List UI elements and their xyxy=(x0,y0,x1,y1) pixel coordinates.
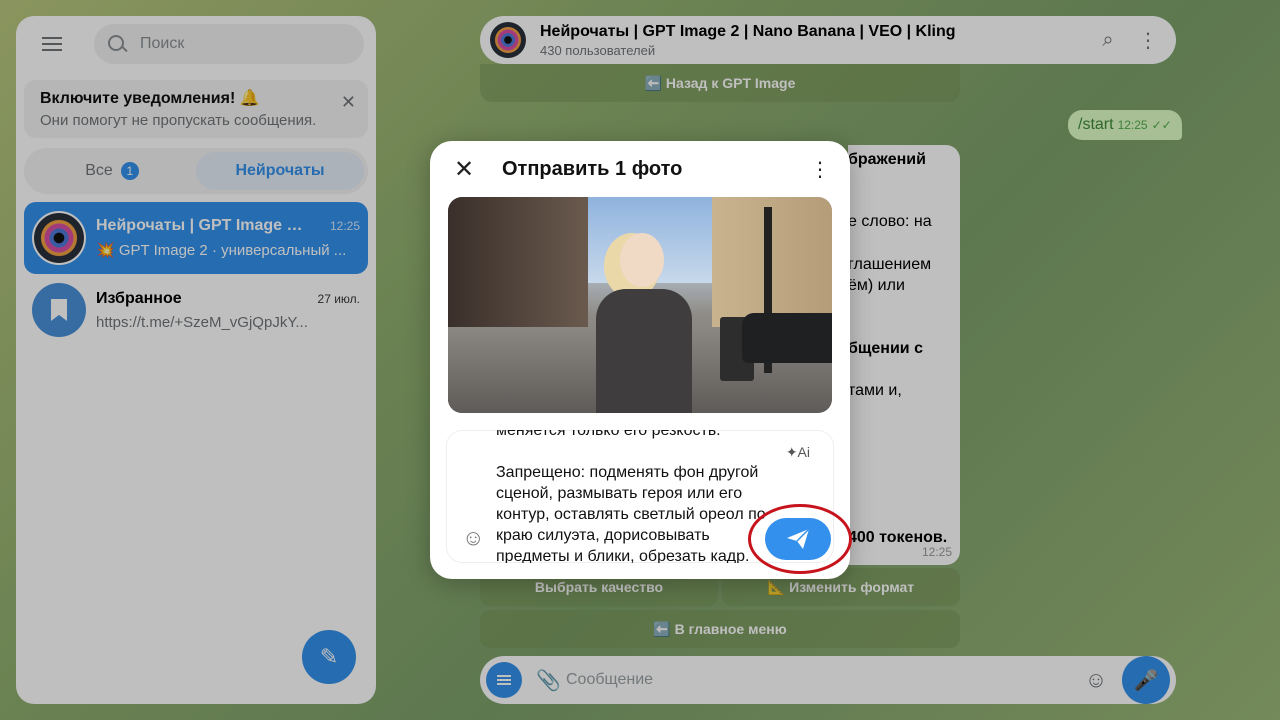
ai-label: Ai xyxy=(797,444,810,460)
emoji-icon[interactable]: ☺ xyxy=(462,525,484,551)
caption-text[interactable]: меняется только его резкость. Запрещено:… xyxy=(496,430,766,563)
highlight-circle xyxy=(748,504,852,574)
dialog-header: ✕ Отправить 1 фото ⋮ xyxy=(430,141,850,197)
ai-sparkle-icon[interactable]: ✦Ai xyxy=(786,444,810,461)
photo-preview[interactable] xyxy=(448,197,832,413)
dialog-title: Отправить 1 фото xyxy=(502,157,683,180)
more-vertical-icon[interactable]: ⋮ xyxy=(810,157,830,182)
close-icon[interactable]: ✕ xyxy=(454,155,478,184)
